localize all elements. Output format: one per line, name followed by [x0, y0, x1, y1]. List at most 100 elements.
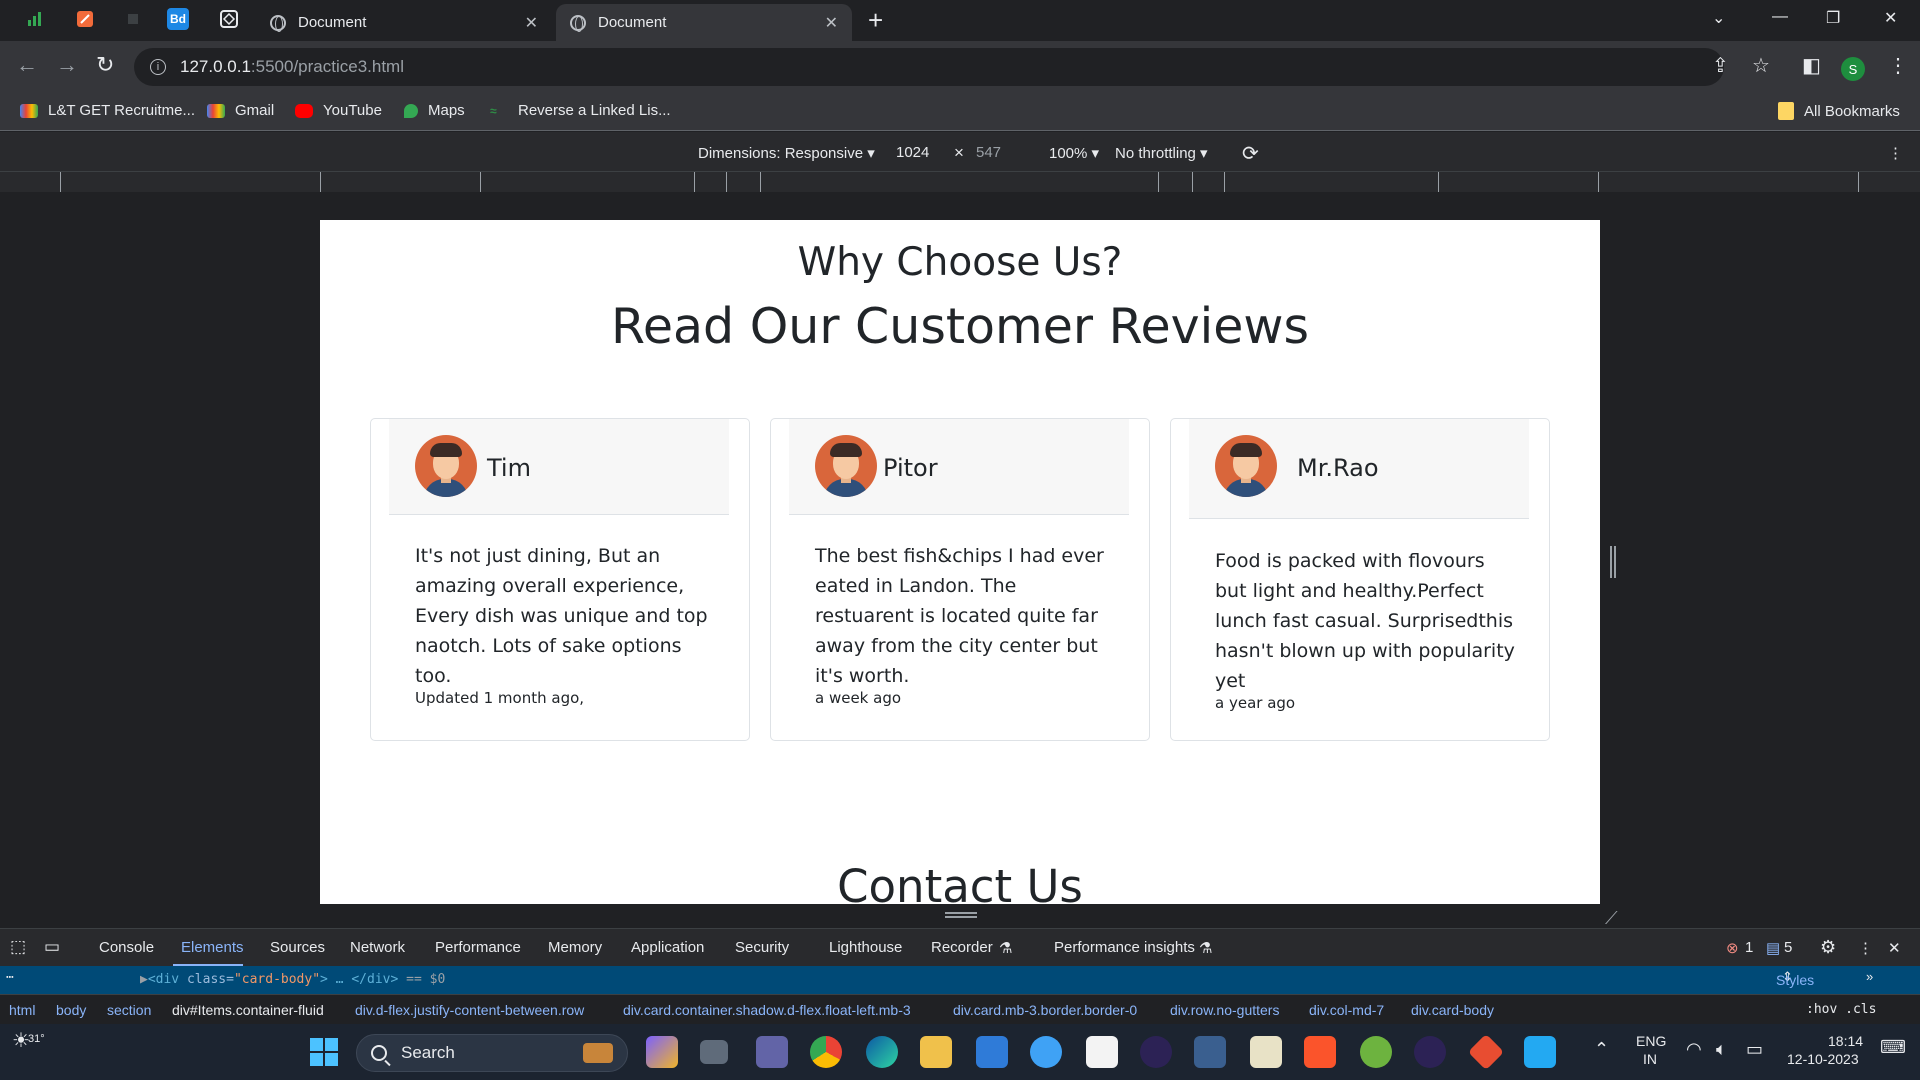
styles-tab[interactable]: Styles [1776, 972, 1814, 988]
volume-icon[interactable]: 🔈︎ [1716, 1040, 1727, 1058]
help-icon[interactable] [1030, 1036, 1062, 1068]
wifi-icon[interactable]: ◠ [1686, 1040, 1702, 1058]
resize-handle-right[interactable] [1610, 546, 1616, 578]
crumb-html[interactable]: html [9, 1002, 35, 1018]
battery-icon[interactable]: ▭ [1746, 1040, 1763, 1058]
forward-button[interactable]: → [56, 53, 78, 77]
crumb-flex-row[interactable]: div.d-flex.justify-content-between.row [355, 1002, 584, 1018]
notifications-icon[interactable]: ⌨ [1880, 1038, 1906, 1056]
spring-icon[interactable] [1360, 1036, 1392, 1068]
clock-time[interactable]: 18:14 [1828, 1032, 1863, 1050]
expand-triangle-icon[interactable]: ▶ [140, 972, 148, 987]
tab-performance-insights[interactable]: Performance insights [1054, 939, 1195, 956]
eclipse-ee-icon[interactable] [1414, 1036, 1446, 1068]
close-icon[interactable]: ✕ [825, 13, 838, 33]
tab-network[interactable]: Network [350, 939, 405, 956]
elements-selected-node[interactable]: ⋯ ▶<div class="card-body"> … </div> == $… [0, 966, 1920, 994]
height-input[interactable]: 547 [976, 144, 1001, 161]
crumb-card-body[interactable]: div.card-body [1411, 1002, 1494, 1018]
taskbar-search[interactable]: Search [356, 1034, 628, 1072]
git-icon[interactable] [1467, 1033, 1505, 1071]
tab-sources[interactable]: Sources [270, 939, 325, 956]
close-icon[interactable]: ✕ [525, 13, 538, 33]
bookmark-reverse-linked-list[interactable]: ≈ Reverse a Linked Lis... [490, 102, 671, 119]
message-icon[interactable]: ▤ [1766, 939, 1780, 957]
crumb-items-container[interactable]: div#Items.container-fluid [172, 1002, 324, 1018]
codepen-icon[interactable] [216, 6, 242, 32]
mysql-icon[interactable] [1194, 1036, 1226, 1068]
chrome-icon[interactable] [810, 1036, 842, 1068]
back-button[interactable]: ← [16, 53, 38, 77]
tab-search-chevron-icon[interactable]: ⌄ [1712, 8, 1725, 28]
info-icon[interactable]: i [150, 59, 166, 75]
minimize-button[interactable]: — [1772, 8, 1788, 26]
tab-elements[interactable]: Elements [181, 939, 244, 956]
dimensions-dropdown[interactable]: Dimensions: Responsive ▾ [698, 144, 875, 162]
restore-button[interactable]: ❐ [1826, 8, 1840, 28]
reload-button[interactable]: ↻ [96, 53, 114, 77]
share-icon[interactable]: ⇪ [1712, 55, 1729, 77]
more-tabs-icon[interactable]: » [1866, 969, 1873, 984]
myhp-icon[interactable] [976, 1036, 1008, 1068]
vscode-icon[interactable] [1524, 1036, 1556, 1068]
brave-icon[interactable] [1304, 1036, 1336, 1068]
device-options-icon[interactable]: ⋮ [1888, 144, 1903, 162]
postman-icon[interactable] [72, 6, 98, 32]
devtools-menu-icon[interactable]: ⋮ [1858, 939, 1873, 957]
error-count[interactable]: 1 [1745, 939, 1753, 956]
teams-icon[interactable] [756, 1036, 788, 1068]
resize-corner-icon[interactable]: ⟋ [1605, 908, 1618, 929]
tab-document-2[interactable]: Document ✕ [556, 4, 852, 41]
dark-app-icon[interactable] [120, 6, 146, 32]
edge-icon[interactable] [866, 1036, 898, 1068]
crumb-row-no-gutters[interactable]: div.row.no-gutters [1170, 1002, 1279, 1018]
bookmark-youtube[interactable]: YouTube [295, 102, 382, 119]
resize-handle-bottom[interactable] [945, 912, 977, 918]
message-count[interactable]: 5 [1784, 939, 1792, 956]
tab-memory[interactable]: Memory [548, 939, 602, 956]
crumb-card-container[interactable]: div.card.container.shadow.d-flex.float-l… [623, 1002, 911, 1018]
tab-recorder[interactable]: Recorder [931, 939, 993, 956]
rotate-icon[interactable]: ⟳ [1242, 141, 1259, 166]
tab-document-1[interactable]: Document ✕ [256, 4, 552, 41]
tab-performance[interactable]: Performance [435, 939, 521, 956]
bookmark-gmail[interactable]: Gmail [207, 102, 274, 119]
side-panel-icon[interactable]: ◧ [1802, 55, 1821, 77]
tab-application[interactable]: Application [631, 939, 704, 956]
chevron-up-icon[interactable]: ⌃ [1594, 1040, 1609, 1058]
inspect-element-icon[interactable]: ⬚ [10, 937, 26, 957]
tab-security[interactable]: Security [735, 939, 789, 956]
language-line1[interactable]: ENG [1636, 1032, 1666, 1050]
crumb-card-border[interactable]: div.card.mb-3.border.border-0 [953, 1002, 1137, 1018]
more-icon[interactable]: ⋯ [6, 970, 14, 985]
error-icon[interactable]: ⊗ [1726, 939, 1739, 957]
address-bar[interactable]: i 127.0.0.1:5500/practice3.html [134, 48, 1724, 86]
zoom-dropdown[interactable]: 100% ▾ [1049, 144, 1099, 162]
hov-cls-toggle[interactable]: :hov .cls [1806, 1002, 1876, 1017]
tab-lighthouse[interactable]: Lighthouse [829, 939, 902, 956]
copilot-icon[interactable] [646, 1036, 678, 1068]
notepad-icon[interactable] [1250, 1036, 1282, 1068]
bookmark-star-icon[interactable]: ☆ [1752, 55, 1770, 77]
profile-avatar[interactable]: S [1841, 57, 1865, 81]
close-window-button[interactable]: ✕ [1884, 8, 1897, 28]
menu-icon[interactable]: ⋮ [1888, 55, 1908, 77]
bookmark-lt-get[interactable]: L&T GET Recruitme... [20, 102, 195, 119]
close-devtools-icon[interactable]: ✕ [1888, 939, 1901, 957]
store-icon[interactable] [1086, 1036, 1118, 1068]
weather-temp[interactable]: 31° [28, 1030, 45, 1048]
language-line2[interactable]: IN [1643, 1050, 1657, 1068]
width-input[interactable]: 1024 [896, 144, 929, 161]
all-bookmarks[interactable]: All Bookmarks [1778, 102, 1900, 120]
task-view-icon[interactable] [700, 1040, 728, 1064]
new-tab-button[interactable]: + [868, 6, 883, 34]
crumb-col-md-7[interactable]: div.col-md-7 [1309, 1002, 1384, 1018]
eclipse-icon[interactable] [1140, 1036, 1172, 1068]
bookmark-maps[interactable]: Maps [404, 102, 465, 119]
tab-console[interactable]: Console [99, 939, 154, 956]
clock-date[interactable]: 12-10-2023 [1787, 1050, 1859, 1068]
device-toggle-icon[interactable]: ▭ [44, 937, 60, 957]
file-explorer-icon[interactable] [920, 1036, 952, 1068]
crumb-body[interactable]: body [56, 1002, 86, 1018]
crumb-section[interactable]: section [107, 1002, 151, 1018]
